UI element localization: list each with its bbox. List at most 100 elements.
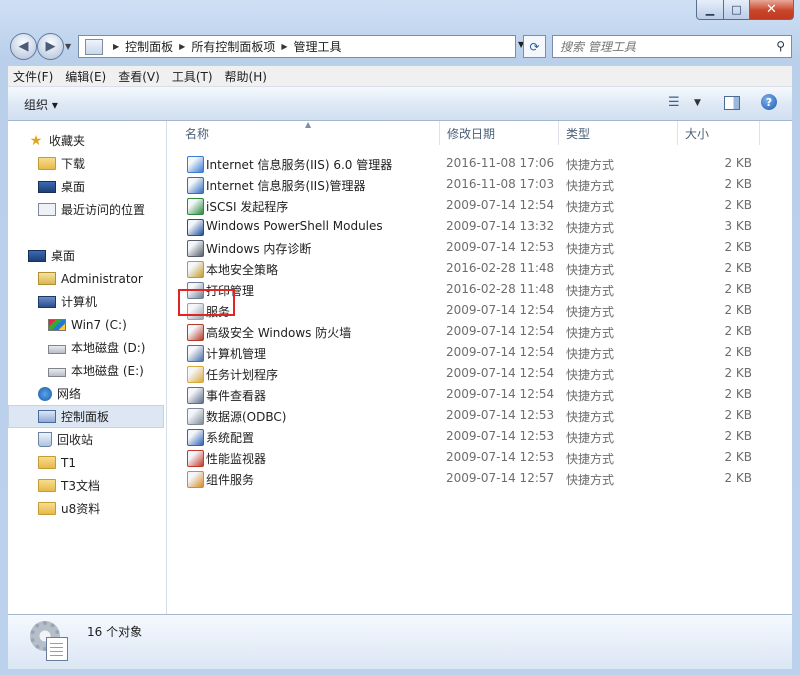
- file-name: 性能监视器: [206, 452, 267, 466]
- table-row[interactable]: 事件查看器 2009-07-14 12:54 快捷方式 2 KB: [167, 384, 792, 405]
- table-row[interactable]: 任务计划程序 2009-07-14 12:54 快捷方式 2 KB: [167, 363, 792, 384]
- windows-drive-icon: [48, 318, 66, 331]
- table-row[interactable]: 数据源(ODBC) 2009-07-14 12:53 快捷方式 2 KB: [167, 405, 792, 426]
- refresh-button[interactable]: ⟳: [523, 35, 546, 58]
- sidebar-item-label: Win7 (C:): [71, 317, 127, 332]
- breadcrumb-separator-icon[interactable]: ▶: [113, 42, 119, 51]
- document-icon: [46, 637, 68, 661]
- search-input[interactable]: [553, 36, 762, 57]
- close-button[interactable]: ✕: [750, 0, 794, 20]
- navigation-pane: ★ 收藏夹 下载 桌面 最近访问的位置 桌面 Administrator 计算机…: [8, 121, 167, 614]
- sidebar-item-t1[interactable]: T1: [8, 451, 166, 474]
- file-type: 快捷方式: [566, 221, 615, 235]
- menu-help[interactable]: 帮助(H): [220, 68, 272, 85]
- table-row[interactable]: 高级安全 Windows 防火墙 2009-07-14 12:54 快捷方式 2 KB: [167, 321, 792, 342]
- menu-edit[interactable]: 编辑(E): [60, 68, 111, 85]
- file-type: 快捷方式: [566, 410, 615, 424]
- table-row[interactable]: 系统配置 2009-07-14 12:53 快捷方式 2 KB: [167, 426, 792, 447]
- table-row[interactable]: Internet 信息服务(IIS) 6.0 管理器 2016-11-08 17:…: [167, 153, 792, 174]
- back-button[interactable]: ◀: [10, 33, 37, 60]
- sidebar-item-control-panel[interactable]: 控制面板: [8, 405, 164, 428]
- user-folder-icon: [38, 272, 56, 285]
- sidebar-item-administrator[interactable]: Administrator: [8, 267, 166, 290]
- sidebar-item-favorites[interactable]: ★ 收藏夹: [8, 129, 166, 152]
- table-row[interactable]: Internet 信息服务(IIS)管理器 2016-11-08 17:03 快捷方…: [167, 174, 792, 195]
- sidebar-item-recycle-bin[interactable]: 回收站: [8, 428, 166, 451]
- table-row[interactable]: 打印管理 2016-02-28 11:48 快捷方式 2 KB: [167, 279, 792, 300]
- file-size: 2 KB: [724, 303, 752, 317]
- file-type: 快捷方式: [566, 179, 615, 193]
- menu-tools[interactable]: 工具(T): [167, 68, 218, 85]
- help-icon[interactable]: ?: [761, 94, 777, 110]
- change-view-icon[interactable]: ☰: [668, 95, 680, 110]
- table-row[interactable]: 本地安全策略 2016-02-28 11:48 快捷方式 2 KB: [167, 258, 792, 279]
- file-name: Internet 信息服务(IIS)管理器: [206, 179, 366, 193]
- sidebar-item-label: 控制面板: [61, 410, 110, 424]
- file-size: 2 KB: [724, 240, 752, 254]
- table-row[interactable]: 组件服务 2009-07-14 12:57 快捷方式 2 KB: [167, 468, 792, 489]
- minimize-button[interactable]: ▁: [696, 0, 724, 20]
- search-icon[interactable]: ⚲: [776, 39, 785, 53]
- organize-button[interactable]: 组织 ▾: [24, 96, 58, 113]
- sidebar-item-desktop[interactable]: 桌面: [8, 244, 166, 267]
- preview-pane-icon[interactable]: [724, 96, 740, 110]
- sidebar-item-label: u8资料: [61, 502, 101, 516]
- menu-view[interactable]: 查看(V): [113, 68, 165, 85]
- recycle-bin-icon: [38, 432, 52, 447]
- search-box[interactable]: ⚲: [552, 35, 792, 58]
- file-date: 2016-02-28 11:48: [446, 282, 555, 296]
- breadcrumb-all-items[interactable]: 所有控制面板项: [191, 38, 275, 55]
- sidebar-item-t3-docs[interactable]: T3文档: [8, 474, 166, 497]
- file-size: 2 KB: [724, 387, 752, 401]
- sidebar-item-desktop-fav[interactable]: 桌面: [8, 175, 166, 198]
- sidebar-item-drive-e[interactable]: 本地磁盘 (E:): [8, 359, 166, 382]
- maximize-button[interactable]: □: [724, 0, 750, 20]
- table-row[interactable]: 服务 2009-07-14 12:54 快捷方式 2 KB: [167, 300, 792, 321]
- breadcrumb-separator-icon[interactable]: ▶: [281, 42, 287, 51]
- refresh-icon: ⟳: [529, 39, 540, 54]
- shortcut-icon: [187, 366, 204, 383]
- address-bar[interactable]: ▶ 控制面板 ▶ 所有控制面板项 ▶ 管理工具: [78, 35, 516, 58]
- table-row[interactable]: Windows PowerShell Modules 2009-07-14 13:…: [167, 216, 792, 237]
- shortcut-icon: [187, 387, 204, 404]
- breadcrumb-separator-icon[interactable]: ▶: [179, 42, 185, 51]
- file-date: 2009-07-14 13:32: [446, 219, 555, 233]
- file-type: 快捷方式: [566, 263, 615, 277]
- sidebar-item-computer[interactable]: 计算机: [8, 290, 166, 313]
- menu-bar: 文件(F) 编辑(E) 查看(V) 工具(T) 帮助(H): [8, 66, 792, 87]
- sidebar-item-recent[interactable]: 最近访问的位置: [8, 198, 166, 221]
- sidebar-item-u8-data[interactable]: u8资料: [8, 497, 166, 520]
- shortcut-icon: [187, 198, 204, 215]
- forward-button[interactable]: ▶: [37, 33, 64, 60]
- sidebar-item-drive-d[interactable]: 本地磁盘 (D:): [8, 336, 166, 359]
- admin-tools-icon: [30, 621, 70, 661]
- breadcrumb-admin-tools[interactable]: 管理工具: [294, 38, 342, 55]
- breadcrumb-control-panel[interactable]: 控制面板: [125, 38, 173, 55]
- file-type: 快捷方式: [566, 284, 615, 298]
- sidebar-item-downloads[interactable]: 下载: [8, 152, 166, 175]
- column-header-date[interactable]: 修改日期: [440, 121, 559, 145]
- annotation-highlight-box: [178, 289, 235, 316]
- file-type: 快捷方式: [566, 200, 615, 214]
- table-row[interactable]: 计算机管理 2009-07-14 12:54 快捷方式 2 KB: [167, 342, 792, 363]
- file-name: 事件查看器: [206, 389, 267, 403]
- column-header-type[interactable]: 类型: [559, 121, 678, 145]
- table-row[interactable]: 性能监视器 2009-07-14 12:53 快捷方式 2 KB: [167, 447, 792, 468]
- sidebar-item-label: T1: [61, 455, 76, 470]
- view-dropdown-icon[interactable]: ▼: [694, 98, 701, 108]
- file-type: 快捷方式: [566, 452, 615, 466]
- sidebar-item-label: 计算机: [61, 295, 98, 309]
- window-caption-buttons: ▁ □ ✕: [696, 0, 794, 20]
- column-header-name[interactable]: 名称: [178, 121, 440, 145]
- table-row[interactable]: iSCSI 发起程序 2009-07-14 12:54 快捷方式 2 KB: [167, 195, 792, 216]
- sidebar-item-label: 下载: [61, 157, 86, 171]
- control-panel-icon: [38, 410, 56, 423]
- file-date: 2009-07-14 12:53: [446, 408, 555, 422]
- sidebar-item-network[interactable]: 网络: [8, 382, 166, 405]
- file-type: 快捷方式: [566, 347, 615, 361]
- sidebar-item-drive-c[interactable]: Win7 (C:): [8, 313, 166, 336]
- menu-file[interactable]: 文件(F): [8, 68, 58, 85]
- column-header-size[interactable]: 大小: [678, 121, 760, 145]
- table-row[interactable]: Windows 内存诊断 2009-07-14 12:53 快捷方式 2 KB: [167, 237, 792, 258]
- recent-pages-dropdown[interactable]: ▼: [65, 42, 71, 51]
